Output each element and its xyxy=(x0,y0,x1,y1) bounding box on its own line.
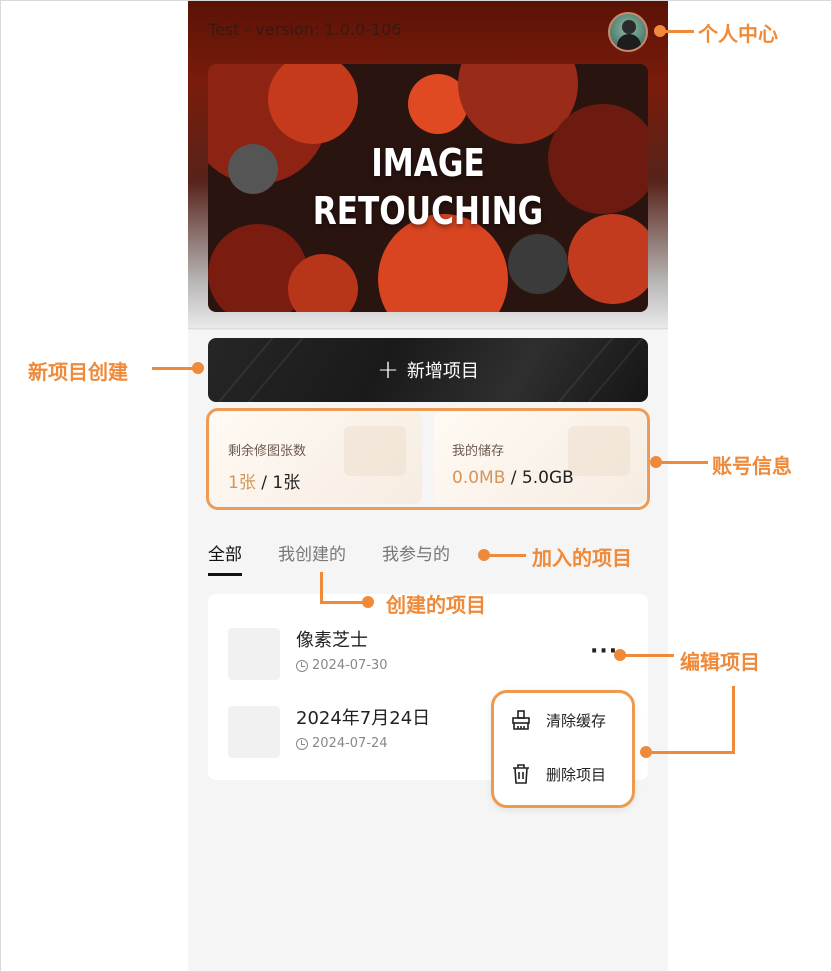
clock-icon xyxy=(296,659,308,672)
project-tabs: 全部 我创建的 我参与的 xyxy=(208,540,450,576)
hero-banner: IMAGE RETOUCHING xyxy=(208,64,648,312)
list-item[interactable]: 像素芝士 2024-07-30 xyxy=(208,620,648,692)
project-thumbnail xyxy=(228,628,280,680)
callout-joined-projects: 加入的项目 xyxy=(532,546,632,570)
callout-dot xyxy=(192,362,204,374)
callout-line xyxy=(660,30,694,33)
trash-icon xyxy=(513,764,529,784)
broom-icon xyxy=(512,710,530,730)
tab-all[interactable]: 全部 xyxy=(208,540,242,576)
menu-clear-cache[interactable]: 清除缓存 xyxy=(510,705,606,735)
version-label: Test - version: 1.0.0-106 xyxy=(208,20,402,39)
account-info-highlight xyxy=(206,408,650,510)
callout-line xyxy=(620,654,674,657)
callout-line xyxy=(320,572,323,604)
callout-line xyxy=(656,461,708,464)
project-thumbnail xyxy=(228,706,280,758)
project-context-menu: 清除缓存 删除项目 xyxy=(491,690,635,808)
avatar-body xyxy=(617,34,641,50)
add-project-label: 新增项目 xyxy=(406,361,479,382)
header-divider xyxy=(188,328,668,329)
clock-icon xyxy=(296,737,308,750)
add-project-button[interactable]: + 新增项目 xyxy=(208,338,648,402)
callout-line xyxy=(320,601,364,604)
callout-line xyxy=(732,686,735,754)
callout-line xyxy=(152,367,196,370)
avatar[interactable] xyxy=(608,12,648,52)
callout-created-projects: 创建的项目 xyxy=(386,593,486,617)
callout-edit-project: 编辑项目 xyxy=(680,650,760,674)
callout-personal-center: 个人中心 xyxy=(698,22,778,46)
tab-joined[interactable]: 我参与的 xyxy=(382,540,450,576)
callout-dot xyxy=(640,746,652,758)
avatar-head xyxy=(622,20,636,34)
callout-account-info: 账号信息 xyxy=(712,454,792,478)
menu-delete-project[interactable]: 删除项目 xyxy=(510,759,606,789)
callout-dot xyxy=(362,596,374,608)
callout-line xyxy=(646,751,735,754)
banner-title: IMAGE RETOUCHING xyxy=(312,141,544,233)
plus-icon: + xyxy=(377,355,399,385)
tab-created[interactable]: 我创建的 xyxy=(278,540,346,576)
callout-line xyxy=(484,554,526,557)
callout-new-project: 新项目创建 xyxy=(28,360,128,384)
